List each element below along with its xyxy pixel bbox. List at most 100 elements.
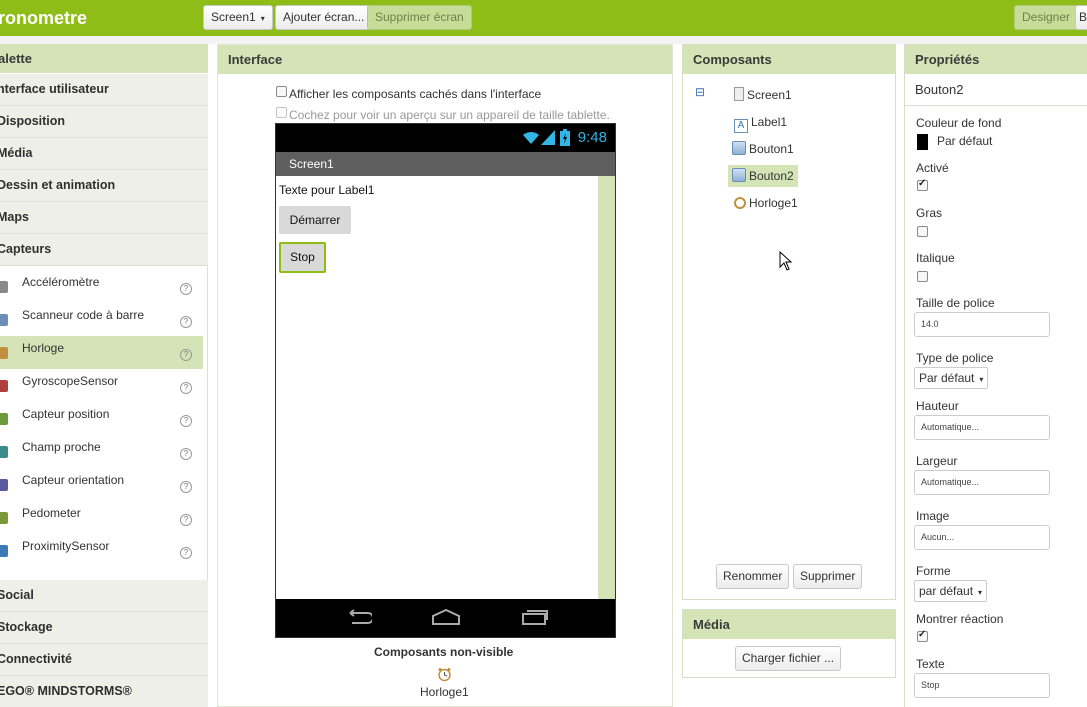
bold-checkbox[interactable] [917, 226, 928, 237]
palette-category[interactable]: Stockage [0, 612, 208, 644]
palette-item[interactable]: Accéléromètre? [0, 270, 203, 303]
component-tree-label: Label1 [751, 115, 788, 129]
palette-category-label: EGO® MINDSTORMS® [0, 684, 132, 698]
phone-button-stop[interactable]: Stop [279, 242, 326, 273]
bg-color-swatch[interactable] [917, 134, 928, 150]
tablet-preview-checkbox[interactable] [276, 107, 287, 118]
font-size-input[interactable]: 14.0 [914, 312, 1050, 337]
palette-category[interactable]: Dessin et animation [0, 170, 208, 202]
bold-label: Gras [916, 206, 943, 220]
blocks-button[interactable]: B [1075, 5, 1087, 30]
phone-scrollbar[interactable] [598, 176, 615, 599]
palette-category[interactable]: Capteurs [0, 234, 208, 266]
palette-item[interactable]: Horloge? [0, 336, 203, 369]
palette-category-label: Maps [0, 210, 29, 224]
palette-category-label: Capteurs [0, 242, 52, 256]
palette-item-label: Pedometer [22, 506, 81, 520]
barcode-icon [0, 314, 8, 326]
phone-label1[interactable]: Texte pour Label1 [279, 183, 374, 197]
help-icon[interactable]: ? [180, 448, 192, 460]
phone-status-bar: 9:48 [276, 124, 615, 152]
palette-category[interactable]: Connectivité [0, 644, 208, 676]
component-tree-node[interactable]: Bouton1 [732, 138, 794, 160]
palette-item[interactable]: Champ proche? [0, 435, 203, 468]
clock-icon [0, 347, 8, 359]
palette-item[interactable]: Capteur orientation? [0, 468, 203, 501]
help-icon[interactable]: ? [180, 547, 192, 559]
palette-category[interactable]: Disposition [0, 106, 208, 138]
shape-select[interactable]: par défaut ▾ [914, 580, 988, 602]
height-input[interactable]: Automatique... [914, 415, 1050, 440]
palette-item-label: Champ proche [22, 440, 101, 454]
palette-category[interactable]: Média [0, 138, 208, 170]
battery-icon [560, 129, 570, 146]
component-tree-node[interactable]: Horloge1 [734, 192, 798, 214]
nonvisible-item-horloge1[interactable]: Horloge1 [420, 685, 469, 699]
feedback-checkbox[interactable] [917, 629, 928, 642]
palette-category[interactable]: Social [0, 580, 208, 612]
component-tree-node[interactable]: Bouton2 [728, 165, 798, 187]
chevron-down-icon: ▾ [979, 375, 984, 384]
rename-button[interactable]: Renommer [716, 564, 790, 589]
palette-item-label: Accéléromètre [22, 275, 100, 289]
text-label: Texte [916, 657, 945, 671]
help-icon[interactable]: ? [180, 382, 192, 394]
remove-screen-button[interactable]: Supprimer écran [367, 5, 472, 30]
tablet-preview-label: Cochez pour voir un aperçu sur un appare… [289, 108, 610, 122]
show-hidden-checkbox[interactable] [276, 86, 287, 97]
palette-item[interactable]: Pedometer? [0, 501, 203, 534]
palette-item-label: Scanneur code à barre [22, 308, 145, 322]
help-icon[interactable]: ? [180, 514, 192, 526]
label-icon: A [734, 119, 748, 133]
shape-label: Forme [916, 564, 951, 578]
palette-title: alette [0, 51, 32, 66]
text-input[interactable]: Stop [914, 673, 1050, 698]
palette-category[interactable]: EGO® MINDSTORMS® [0, 676, 208, 707]
help-icon[interactable]: ? [180, 349, 192, 361]
component-tree-label: Horloge1 [749, 196, 798, 210]
properties-header: Propriétés [905, 45, 1087, 74]
component-tree-node[interactable]: A Label1 [734, 111, 787, 133]
help-icon[interactable]: ? [180, 481, 192, 493]
width-input[interactable]: Automatique... [914, 470, 1050, 495]
help-icon[interactable]: ? [180, 316, 192, 328]
screen-select-label: Screen1 [211, 10, 256, 24]
palette-category-label: Disposition [0, 114, 66, 128]
width-label: Largeur [916, 454, 958, 468]
nfc-icon [0, 446, 8, 458]
palette-category[interactable]: Maps [0, 202, 208, 234]
palette-item[interactable]: ProximitySensor? [0, 534, 203, 567]
phone-button-start[interactable]: Démarrer [279, 206, 351, 234]
delete-button[interactable]: Supprimer [793, 564, 863, 589]
tree-collapse-toggle[interactable]: ⊟ [695, 85, 705, 99]
button-icon [732, 168, 746, 182]
screen-select-dropdown[interactable]: Screen1 ▾ [203, 5, 273, 30]
add-screen-button[interactable]: Ajouter écran... [275, 5, 373, 30]
screen-icon [734, 87, 744, 101]
enabled-checkbox[interactable] [917, 178, 928, 191]
palette-category[interactable]: nterface utilisateur [0, 74, 208, 106]
palette-item-label: Horloge [22, 341, 65, 355]
italic-checkbox[interactable] [917, 271, 928, 282]
palette-item[interactable]: Capteur position? [0, 402, 203, 435]
designer-button[interactable]: Designer [1014, 5, 1079, 30]
wifi-icon [523, 131, 539, 144]
media-header: Média [683, 610, 895, 639]
image-input[interactable]: Aucun... [914, 525, 1050, 550]
palette-item[interactable]: GyroscopeSensor? [0, 369, 203, 402]
help-icon[interactable]: ? [180, 283, 192, 295]
nonvisible-title: Composants non-visible [374, 645, 514, 659]
component-tree-label: Bouton2 [749, 169, 794, 183]
palette-category-label: Stockage [0, 620, 53, 634]
component-tree-node[interactable]: Screen1 [734, 84, 792, 106]
components-panel: Composants [682, 44, 896, 600]
upload-file-button[interactable]: Charger fichier ... [735, 646, 842, 671]
palette-item[interactable]: Scanneur code à barre? [0, 303, 203, 336]
font-type-select[interactable]: Par défaut ▾ [914, 367, 989, 389]
toolbar-gap [0, 36, 1087, 44]
bg-color-value[interactable]: Par défaut [937, 134, 992, 148]
home-icon [432, 608, 460, 625]
phone-nav-bar [276, 599, 615, 637]
palette-category-label: nterface utilisateur [0, 82, 109, 96]
help-icon[interactable]: ? [180, 415, 192, 427]
